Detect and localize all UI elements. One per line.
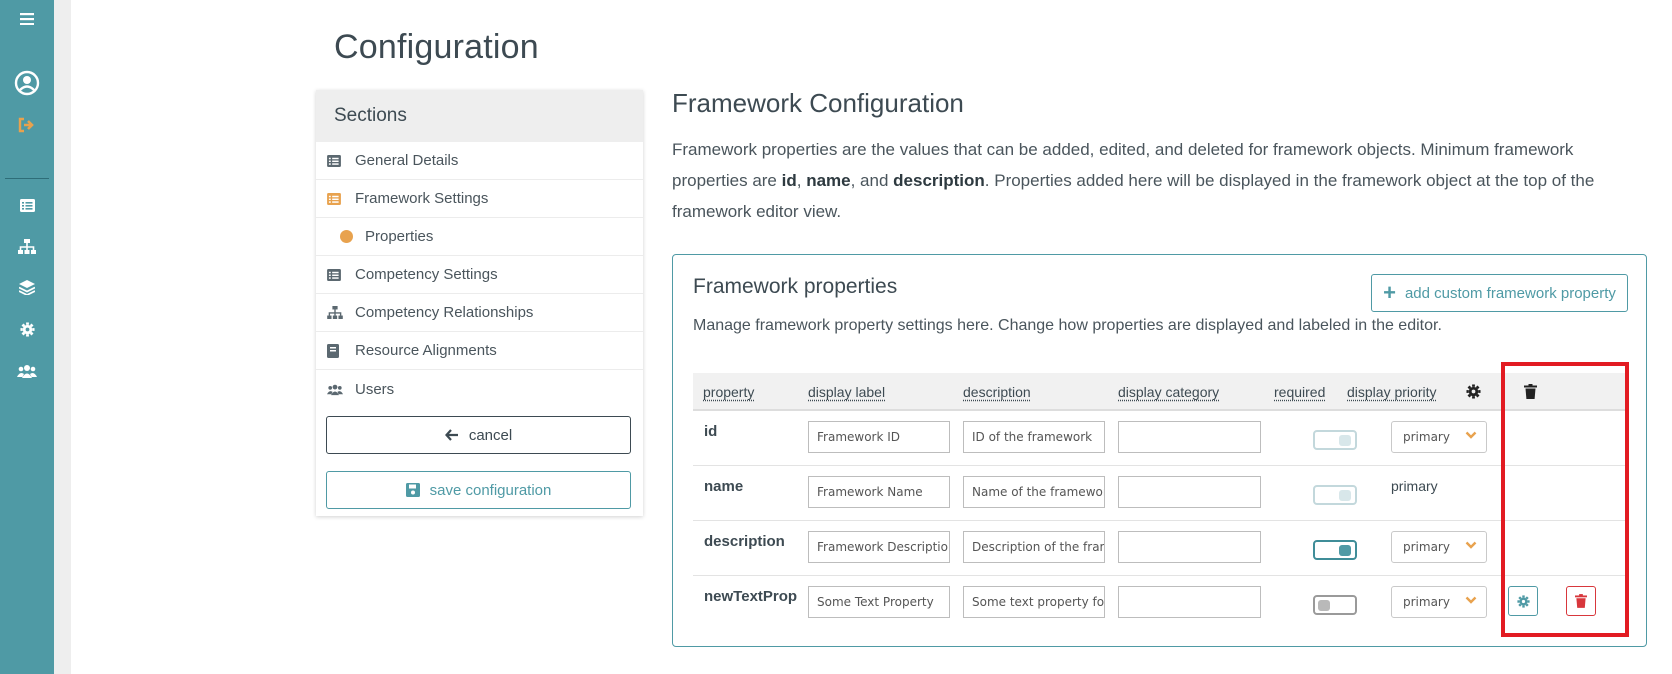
section-item-competency-settings[interactable]: Competency Settings [316, 256, 643, 294]
sitemap-icon[interactable] [0, 233, 54, 259]
display-label-input[interactable]: Framework Name [808, 476, 950, 508]
column-header-description[interactable]: description [963, 384, 1031, 400]
framework-intro-text: Framework properties are the values that… [672, 140, 1595, 221]
display-category-input[interactable] [1118, 531, 1261, 563]
property-name: name [704, 478, 744, 495]
arrow-left-icon [444, 429, 458, 441]
framework-properties-description: Manage framework property settings here.… [693, 317, 1442, 334]
required-toggle[interactable] [1313, 595, 1357, 615]
users-icon[interactable] [0, 358, 54, 384]
display-label-input[interactable]: Some Text Property [808, 586, 950, 618]
add-custom-framework-property-button[interactable]: + add custom framework property [1371, 274, 1628, 312]
section-item-label: Framework Settings [355, 190, 489, 207]
table-row: id Framework ID ID of the framework prim… [693, 411, 1628, 466]
section-item-label: Users [355, 380, 395, 398]
description-input[interactable]: Some text property for the framework [963, 586, 1105, 618]
add-button-label: add custom framework property [1404, 284, 1616, 302]
column-header-display-priority[interactable]: display priority [1347, 384, 1436, 400]
menu-icon[interactable] [0, 6, 54, 32]
section-item-label: Competency Relationships [355, 304, 534, 321]
property-name: newTextProp [704, 588, 798, 605]
layers-icon[interactable] [0, 274, 54, 300]
cancel-button[interactable]: cancel [326, 416, 631, 454]
table-row: description Framework Description Descri… [693, 521, 1628, 576]
display-priority-value: primary [1403, 540, 1450, 554]
plus-icon: + [1383, 280, 1396, 305]
framework-configuration-heading: Framework Configuration [672, 88, 964, 118]
section-item-framework-settings[interactable]: Framework Settings [316, 180, 643, 218]
display-category-input[interactable] [1118, 476, 1261, 508]
list-icon [327, 154, 343, 167]
gear-icon [1516, 594, 1530, 608]
property-name: id [704, 423, 718, 440]
cancel-label: cancel [468, 426, 513, 444]
trash-icon [1575, 594, 1587, 608]
display-label-input[interactable]: Framework ID [808, 421, 950, 453]
required-toggle[interactable] [1313, 430, 1357, 450]
trash-icon [1524, 384, 1537, 404]
property-settings-button[interactable] [1508, 586, 1538, 616]
delete-property-button[interactable] [1566, 586, 1596, 616]
chevron-down-icon [1465, 541, 1477, 549]
sections-heading: Sections [316, 90, 643, 142]
column-header-display-category[interactable]: display category [1118, 384, 1219, 400]
section-item-properties[interactable]: Properties [316, 218, 643, 256]
display-priority-select[interactable]: primary [1391, 421, 1487, 453]
sitemap-icon [327, 306, 343, 319]
section-item-label: Resource Alignments [355, 342, 497, 359]
display-category-input[interactable] [1118, 421, 1261, 453]
scrollbar-track[interactable] [54, 0, 71, 674]
display-priority-value: primary [1391, 478, 1438, 494]
section-item-users[interactable]: Users [316, 370, 643, 408]
section-item-label: Properties [365, 228, 434, 245]
description-input[interactable]: Description of the framework [963, 531, 1105, 563]
dot-icon [340, 230, 353, 243]
users-icon [327, 383, 343, 396]
display-label-input[interactable]: Framework Description [808, 531, 950, 563]
display-priority-select[interactable]: primary [1391, 531, 1487, 563]
column-header-display-label[interactable]: display label [808, 384, 885, 400]
book-icon [327, 343, 343, 358]
page-title: Configuration [334, 28, 539, 66]
sections-panel: Sections General Details Framework Setti… [316, 90, 643, 516]
section-item-competency-relationships[interactable]: Competency Relationships [316, 294, 643, 332]
save-icon [405, 483, 420, 497]
required-toggle[interactable] [1313, 540, 1357, 560]
framework-properties-title: Framework properties [693, 275, 898, 298]
section-item-resource-alignments[interactable]: Resource Alignments [316, 332, 643, 370]
gear-icon[interactable] [0, 316, 54, 342]
display-priority-value: primary [1403, 595, 1450, 609]
description-input[interactable]: Name of the framework [963, 476, 1105, 508]
user-circle-icon[interactable] [0, 70, 54, 96]
column-header-required[interactable]: required [1274, 384, 1325, 400]
section-item-label: Competency Settings [355, 266, 498, 283]
save-configuration-button[interactable]: save configuration [326, 471, 631, 509]
chevron-down-icon [1465, 596, 1477, 604]
section-item-general-details[interactable]: General Details [316, 142, 643, 180]
gear-icon [1466, 384, 1481, 404]
list-icon[interactable] [0, 192, 54, 218]
section-item-label: General Details [355, 152, 459, 169]
column-header-property[interactable]: property [703, 384, 754, 400]
table-row: newTextProp Some Text Property Some text… [693, 576, 1628, 631]
sign-out-icon[interactable] [0, 112, 54, 138]
display-priority-select[interactable]: primary [1391, 586, 1487, 618]
property-name: description [704, 533, 785, 550]
list-icon [327, 268, 343, 281]
save-label: save configuration [429, 481, 552, 499]
framework-properties-card: Framework properties Manage framework pr… [672, 254, 1647, 647]
table-row: name Framework Name Name of the framewor… [693, 466, 1628, 521]
display-priority-value: primary [1403, 430, 1450, 444]
description-input[interactable]: ID of the framework [963, 421, 1105, 453]
required-toggle[interactable] [1313, 485, 1357, 505]
nav-divider [5, 178, 49, 179]
display-category-input[interactable] [1118, 586, 1261, 618]
properties-table-header: property display label description displ… [693, 373, 1628, 411]
nav-rail [0, 0, 54, 674]
chevron-down-icon [1465, 431, 1477, 439]
list-icon [327, 192, 343, 205]
